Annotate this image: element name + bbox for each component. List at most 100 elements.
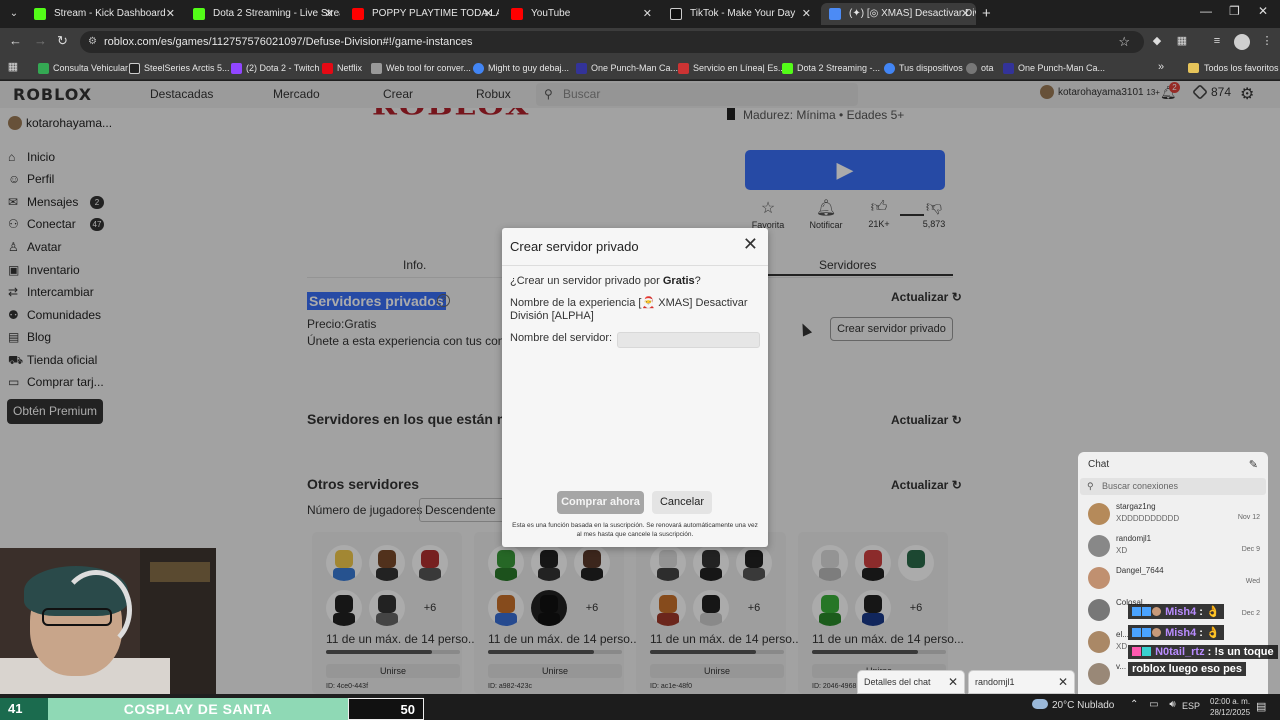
- bookmark-item[interactable]: Servicio en Línea| Es...: [678, 60, 785, 76]
- question-price: Gratis: [662, 275, 695, 287]
- system-tray-icons[interactable]: ⌃ ▭ 🔊︎: [1130, 699, 1180, 710]
- close-icon[interactable]: ✕: [1058, 671, 1068, 693]
- window-close-icon[interactable]: ✕: [1258, 4, 1268, 18]
- media-control-icon[interactable]: ≡: [1210, 34, 1224, 48]
- clock-time: 02:00 a. m.: [1210, 697, 1251, 706]
- bookmark-item[interactable]: ota: [966, 60, 994, 76]
- bookmark-item[interactable]: One Punch-Man Ca...: [576, 60, 678, 76]
- chat-conversation[interactable]: stargaz1ng XDDDDDDDDDD Nov 12: [1086, 500, 1262, 532]
- close-icon[interactable]: ✕: [961, 3, 970, 25]
- address-bar[interactable]: ⚙ roblox.com/es/games/112757576021097/De…: [80, 31, 1144, 53]
- new-tab-button[interactable]: +: [982, 4, 991, 24]
- headset-icon: [60, 570, 132, 650]
- tab-label: (✦) [◎ XMAS] Desactivar Divi: [849, 8, 976, 19]
- stream-chat-line: Mish4 : 👌: [1128, 625, 1224, 640]
- close-icon[interactable]: ✕: [484, 3, 493, 25]
- bookmarks-bar: ▦ Consulta Vehicular SteelSeries Arctis …: [0, 56, 1280, 80]
- bookmark-item[interactable]: Dota 2 Streaming -...: [782, 60, 880, 76]
- webcam-overlay: [0, 548, 216, 694]
- chat-badge-icon: [1132, 628, 1141, 637]
- notification-center-icon[interactable]: ▤: [1256, 700, 1266, 713]
- all-bookmarks-folder[interactable]: Todos los favoritos: [1188, 60, 1279, 76]
- chat-conversation[interactable]: Dangel_7644 Wed: [1086, 564, 1262, 596]
- minimize-icon[interactable]: —: [1200, 4, 1212, 18]
- conversation-date: Nov 12: [1237, 514, 1260, 521]
- bookmark-star-icon[interactable]: ☆: [1118, 31, 1130, 53]
- url-text: roblox.com/es/games/112757576021097/Defu…: [104, 36, 473, 48]
- close-icon[interactable]: ✕: [802, 3, 811, 25]
- chat-message: 👌: [1206, 627, 1220, 639]
- conversation-preview: XDDDDDDDDDD: [1116, 514, 1180, 523]
- chat-badge-icon: [1142, 647, 1151, 656]
- bookmark-item[interactable]: Netflix: [322, 60, 362, 76]
- goal-title: COSPLAY DE SANTA: [123, 701, 273, 717]
- browser-tab-active[interactable]: (✦) [◎ XMAS] Desactivar Divi ✕: [821, 3, 976, 25]
- chevron-right-icon[interactable]: »: [1154, 60, 1168, 74]
- bookmark-label: (2) Dota 2 - Twitch: [246, 63, 320, 73]
- browser-tab[interactable]: POPPY PLAYTIME TODA LA HIS✕: [344, 3, 499, 25]
- kick-icon: [193, 8, 205, 20]
- menu-kebab-icon[interactable]: ⋮: [1260, 34, 1274, 48]
- tab-label: Dota 2 Streaming - Live Stream: [213, 8, 340, 19]
- conversation-name: v...: [1116, 662, 1127, 671]
- bookmark-item[interactable]: SteelSeries Arctis 5...: [129, 60, 230, 76]
- goal-current: 41: [0, 698, 48, 720]
- close-icon[interactable]: ✕: [166, 3, 175, 25]
- new-chat-icon[interactable]: ✎: [1249, 458, 1258, 471]
- bookmark-label: Netflix: [337, 63, 363, 73]
- chat-badge-icon: [1132, 607, 1141, 616]
- chat-details-popup[interactable]: Detalles del chat ✕: [857, 670, 965, 694]
- tab-label: Stream - Kick Dashboard: [54, 8, 166, 19]
- weather-widget[interactable]: 20°C Nublado: [1032, 699, 1115, 711]
- chat-username: Mish4: [1165, 606, 1197, 618]
- cancel-button[interactable]: Cancelar: [652, 491, 712, 514]
- extension-icon[interactable]: ◆: [1150, 34, 1164, 48]
- extensions-puzzle-icon[interactable]: ▦: [1175, 34, 1189, 48]
- language-indicator[interactable]: ESP: [1182, 701, 1200, 711]
- apps-grid-icon[interactable]: ▦: [6, 60, 20, 74]
- bookmark-item[interactable]: Consulta Vehicular: [38, 60, 128, 76]
- bookmark-item[interactable]: Tus dispositivos: [884, 60, 963, 76]
- close-icon[interactable]: ✕: [743, 234, 758, 255]
- question-suffix: ?: [694, 275, 701, 287]
- chat-search-input[interactable]: ⚲ Buscar conexiones: [1080, 478, 1266, 495]
- forward-icon[interactable]: →: [34, 33, 47, 48]
- bookmark-icon: [1003, 63, 1014, 74]
- bookmark-label: Web tool for conver...: [386, 63, 471, 73]
- browser-tab[interactable]: TikTok - Make Your Day ✕: [662, 3, 817, 25]
- restore-icon[interactable]: ❐: [1229, 4, 1240, 18]
- windows-taskbar: 20°C Nublado ⌃ ▭ 🔊︎ ESP 02:00 a. m. 28/12…: [424, 694, 1280, 720]
- bookmark-item[interactable]: (2) Dota 2 - Twitch: [231, 60, 319, 76]
- tab-search-button[interactable]: ⌄: [4, 4, 24, 24]
- bookmark-icon: [231, 63, 242, 74]
- chat-badge-icon: [1152, 628, 1161, 637]
- youtube-icon: [511, 8, 523, 20]
- chat-title: Chat: [1088, 459, 1110, 470]
- chat-conversation[interactable]: randomjl1 XD Dec 9: [1086, 532, 1262, 564]
- back-icon[interactable]: ←: [9, 33, 22, 48]
- browser-tab[interactable]: Stream - Kick Dashboard ✕: [26, 3, 181, 25]
- reload-icon[interactable]: ↻: [57, 33, 68, 49]
- close-icon[interactable]: ✕: [643, 3, 652, 25]
- browser-tab[interactable]: Dota 2 Streaming - Live Stream ✕: [185, 3, 340, 25]
- chat-randomjl1-popup[interactable]: randomjl1 ✕: [968, 670, 1075, 694]
- site-info-icon[interactable]: ⚙: [88, 31, 97, 53]
- bookmark-item[interactable]: Web tool for conver...: [371, 60, 471, 76]
- clock[interactable]: 02:00 a. m. 28/12/2025: [1210, 696, 1250, 718]
- browser-tab[interactable]: YouTube ✕: [503, 3, 658, 25]
- close-icon[interactable]: ✕: [948, 671, 958, 693]
- weather-text: 20°C Nublado: [1052, 700, 1115, 711]
- bookmark-item[interactable]: One Punch-Man Ca...: [1003, 60, 1105, 76]
- folder-label: Todos los favoritos: [1204, 63, 1279, 73]
- avatar: [1088, 535, 1110, 557]
- bookmark-item[interactable]: Might to guy debaj...: [473, 60, 569, 76]
- bookmark-icon: [884, 63, 895, 74]
- buy-now-button[interactable]: Comprar ahora: [557, 491, 644, 514]
- profile-avatar[interactable]: [1234, 34, 1250, 50]
- browser-toolbar: ← → ↻ ⚙ roblox.com/es/games/112757576021…: [0, 28, 1280, 56]
- server-name-input[interactable]: [617, 332, 760, 348]
- folder-icon: [1188, 63, 1199, 73]
- chat-badge-icon: [1142, 607, 1151, 616]
- close-icon[interactable]: ✕: [325, 3, 334, 25]
- avatar: [1088, 567, 1110, 589]
